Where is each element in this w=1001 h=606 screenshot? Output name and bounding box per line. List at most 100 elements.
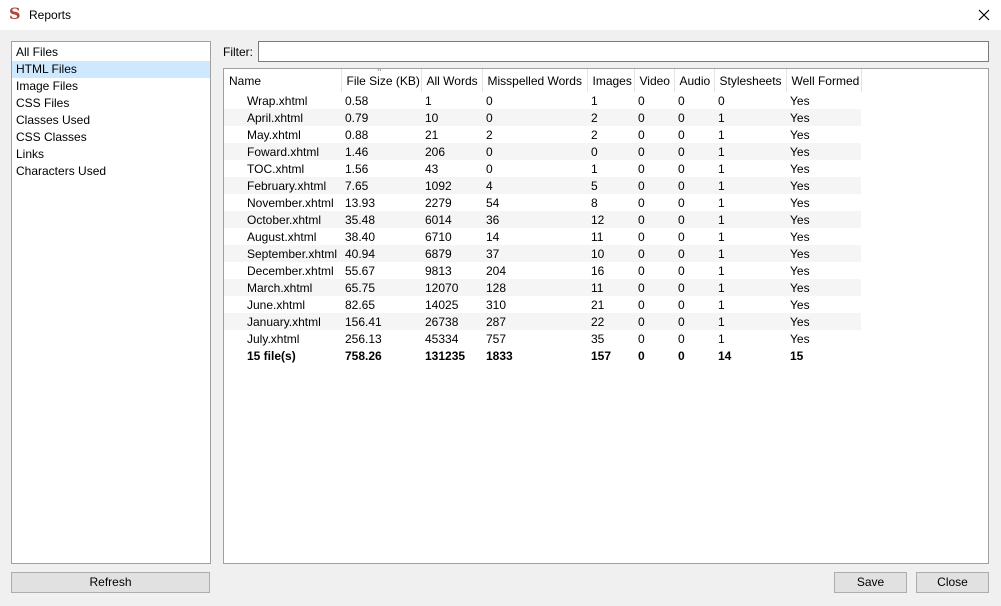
table-cell: 9813 xyxy=(425,263,452,278)
table-cell: 1.56 xyxy=(345,161,369,176)
table-cell: 13.93 xyxy=(345,195,376,210)
table-cell: 1 xyxy=(718,297,725,312)
table-cell: 0.58 xyxy=(345,93,369,108)
table-row[interactable]: Wrap.xhtml 0.58 1 0 1 0 0 0 Yes xyxy=(224,92,861,109)
table-cell: 1 xyxy=(718,331,725,346)
table-cell: 15 xyxy=(790,348,804,363)
table-cell: Yes xyxy=(786,245,861,262)
table-cell: 1 xyxy=(714,245,786,262)
table-row[interactable]: November.xhtml 13.93 2279 54 8 0 0 1 Yes xyxy=(224,194,861,211)
table-cell: April.xhtml xyxy=(224,109,341,126)
filter-input[interactable] xyxy=(258,41,989,62)
table-cell: 0 xyxy=(638,161,645,176)
save-button[interactable]: Save xyxy=(834,572,907,593)
table-cell: Yes xyxy=(790,127,810,142)
table-cell: 0 xyxy=(638,297,645,312)
table-cell: 21 xyxy=(591,297,605,312)
table-cell: 0 xyxy=(634,313,674,330)
table-row[interactable]: July.xhtml 256.13 45334 757 35 0 0 1 Yes xyxy=(224,330,861,347)
table-cell: Yes xyxy=(786,279,861,296)
table-cell: 0 xyxy=(482,109,587,126)
table-row[interactable]: January.xhtml 156.41 26738 287 22 0 0 1 Yes xyxy=(224,313,861,330)
table-cell: Yes xyxy=(786,211,861,228)
sidebar-item-css-classes[interactable]: CSS Classes xyxy=(12,129,210,146)
table-cell: 156.41 xyxy=(341,313,421,330)
sidebar-item-links[interactable]: Links xyxy=(12,146,210,163)
filter-label: Filter: xyxy=(223,45,253,59)
table-row[interactable]: September.xhtml 40.94 6879 37 10 0 0 1 Yes xyxy=(224,245,861,262)
table-cell: 1 xyxy=(714,177,786,194)
table-cell: 55.67 xyxy=(345,263,376,278)
table-cell: 0 xyxy=(634,211,674,228)
table-cell: 206 xyxy=(421,143,482,160)
html-files-table[interactable]: Name ^ File Size (KB) All Words Misspelle… xyxy=(223,68,989,564)
table-row[interactable]: May.xhtml 0.88 21 2 2 0 0 1 Yes xyxy=(224,126,861,143)
close-icon xyxy=(978,9,990,21)
table-cell: 1 xyxy=(714,109,786,126)
table-cell: June.xhtml xyxy=(247,297,306,312)
table-row[interactable]: March.xhtml 65.75 12070 128 11 0 0 1 Yes xyxy=(224,279,861,296)
table-cell: December.xhtml xyxy=(247,263,334,278)
table-cell: 0 xyxy=(678,127,685,142)
table-cell: 7.65 xyxy=(341,177,421,194)
table-row[interactable]: August.xhtml 38.40 6710 14 11 0 0 1 Yes xyxy=(224,228,861,245)
column-header-file-size[interactable]: ^ File Size (KB) xyxy=(341,69,422,92)
table-cell: 0 xyxy=(638,348,645,363)
table-cell: 0.88 xyxy=(345,127,369,142)
table-cell: Yes xyxy=(786,177,861,194)
column-header-images[interactable]: Images xyxy=(587,69,635,92)
table-cell: Yes xyxy=(790,331,810,346)
table-row[interactable]: October.xhtml 35.48 6014 36 12 0 0 1 Yes xyxy=(224,211,861,228)
table-cell: 0 xyxy=(678,161,685,176)
table-cell: 0 xyxy=(634,245,674,262)
table-cell: 0 xyxy=(674,143,714,160)
table-cell: 310 xyxy=(486,297,507,312)
sidebar-item-characters-used[interactable]: Characters Used xyxy=(12,163,210,180)
table-row[interactable]: Foward.xhtml 1.46 206 0 0 0 0 1 Yes xyxy=(224,143,861,160)
refresh-button[interactable]: Refresh xyxy=(11,572,210,593)
column-header-stylesheets[interactable]: Stylesheets xyxy=(714,69,787,92)
report-type-list[interactable]: All Files HTML Files Image Files CSS Fil… xyxy=(11,41,211,564)
table-row[interactable]: TOC.xhtml 1.56 43 0 1 0 0 1 Yes xyxy=(224,160,861,177)
column-header-all-words[interactable]: All Words xyxy=(421,69,483,92)
table-cell: 0 xyxy=(634,177,674,194)
table-cell: TOC.xhtml xyxy=(247,161,305,176)
table-cell: 0 xyxy=(634,109,674,126)
total-row: 15 file(s) 758.26 131235 1833 157 0 0 14 15 xyxy=(224,347,861,364)
table-cell: Yes xyxy=(790,263,810,278)
close-button[interactable]: Close xyxy=(916,572,989,593)
table-cell: February.xhtml xyxy=(224,177,341,194)
table-cell: 36 xyxy=(482,211,587,228)
table-cell: 1 xyxy=(718,195,725,210)
table-cell: 0 xyxy=(587,143,634,160)
sidebar-item-image-files[interactable]: Image Files xyxy=(12,78,210,95)
column-header-name[interactable]: Name xyxy=(224,69,342,92)
table-cell: 35 xyxy=(591,331,605,346)
table-row[interactable]: June.xhtml 82.65 14025 310 21 0 0 1 Yes xyxy=(224,296,861,313)
table-cell: 65.75 xyxy=(341,279,421,296)
window-close-button[interactable] xyxy=(970,2,998,28)
table-cell: 0 xyxy=(638,263,645,278)
sidebar-item-classes-used[interactable]: Classes Used xyxy=(12,112,210,129)
table-cell: 1 xyxy=(714,143,786,160)
sidebar-item-all-files[interactable]: All Files xyxy=(12,44,210,61)
table-cell: 1 xyxy=(425,93,432,108)
column-header-audio[interactable]: Audio xyxy=(674,69,715,92)
table-cell: 10 xyxy=(421,109,482,126)
sidebar-item-html-files[interactable]: HTML Files xyxy=(12,61,210,78)
table-cell: 14 xyxy=(486,229,500,244)
table-cell: Yes xyxy=(786,313,861,330)
table-row[interactable]: December.xhtml 55.67 9813 204 16 0 0 1 Yes xyxy=(224,262,861,279)
table-cell: 0 xyxy=(634,279,674,296)
column-header-video[interactable]: Video xyxy=(634,69,675,92)
table-cell: 1 xyxy=(718,263,725,278)
table-cell: 11 xyxy=(591,229,604,244)
table-row[interactable]: February.xhtml 7.65 1092 4 5 0 0 1 Yes xyxy=(224,177,861,194)
table-cell: 6710 xyxy=(425,229,452,244)
table-cell: 0 xyxy=(674,313,714,330)
column-header-misspelled-words[interactable]: Misspelled Words xyxy=(482,69,588,92)
column-header-well-formed[interactable]: Well Formed xyxy=(786,69,862,92)
sidebar-item-css-files[interactable]: CSS Files xyxy=(12,95,210,112)
table-cell: 1 xyxy=(714,279,786,296)
table-row[interactable]: April.xhtml 0.79 10 0 2 0 0 1 Yes xyxy=(224,109,861,126)
